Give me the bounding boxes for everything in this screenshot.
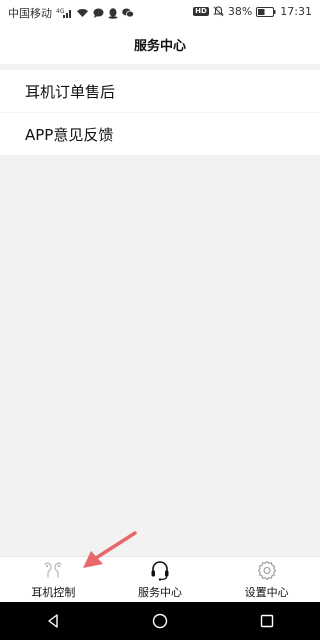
svg-text:4G: 4G — [56, 8, 65, 15]
headset-icon — [149, 559, 171, 581]
wechat-icon — [122, 8, 134, 18]
menu-item-earphone-order-aftersales[interactable]: 耳机订单售后 — [0, 70, 320, 112]
recents-icon[interactable] — [247, 602, 287, 640]
clock: 17:31 — [280, 5, 312, 18]
home-icon[interactable] — [140, 602, 180, 640]
gear-icon — [257, 559, 277, 581]
bottom-tab-bar: 耳机控制 服务中心 设置中心 — [0, 556, 320, 603]
carrier-label: 中国移动 — [8, 7, 52, 20]
menu-item-app-feedback[interactable]: APP意见反馈 — [0, 112, 320, 155]
tab-service-center[interactable]: 服务中心 — [107, 557, 214, 603]
signal-icon: 4G — [56, 8, 72, 19]
hd-badge: HD — [193, 7, 209, 16]
battery-percent: 38% — [227, 5, 253, 18]
tab-earphone-control[interactable]: 耳机控制 — [0, 557, 107, 603]
title-bar: 服务中心 — [0, 24, 320, 64]
earbuds-icon — [42, 559, 64, 581]
wifi-icon — [76, 8, 89, 18]
tab-label-earphone-control: 耳机控制 — [31, 586, 76, 599]
menu-list: 耳机订单售后 APP意见反馈 — [0, 70, 320, 155]
status-left: 中国移动 4G — [8, 5, 134, 21]
page-title: 服务中心 — [133, 38, 186, 54]
tab-label-service-center: 服务中心 — [138, 586, 182, 599]
status-right: HD 38% 17:31 — [193, 5, 312, 18]
message-icon — [93, 8, 104, 18]
system-nav-bar — [0, 602, 320, 640]
qq-icon — [108, 7, 118, 19]
tab-settings-center[interactable]: 设置中心 — [213, 557, 320, 603]
tab-label-settings-center: 设置中心 — [244, 586, 289, 599]
battery-icon — [256, 6, 276, 17]
mute-icon — [213, 6, 224, 17]
status-bar: 中国移动 4G HD 38% 17:31 — [0, 0, 320, 24]
back-icon[interactable] — [33, 602, 73, 640]
